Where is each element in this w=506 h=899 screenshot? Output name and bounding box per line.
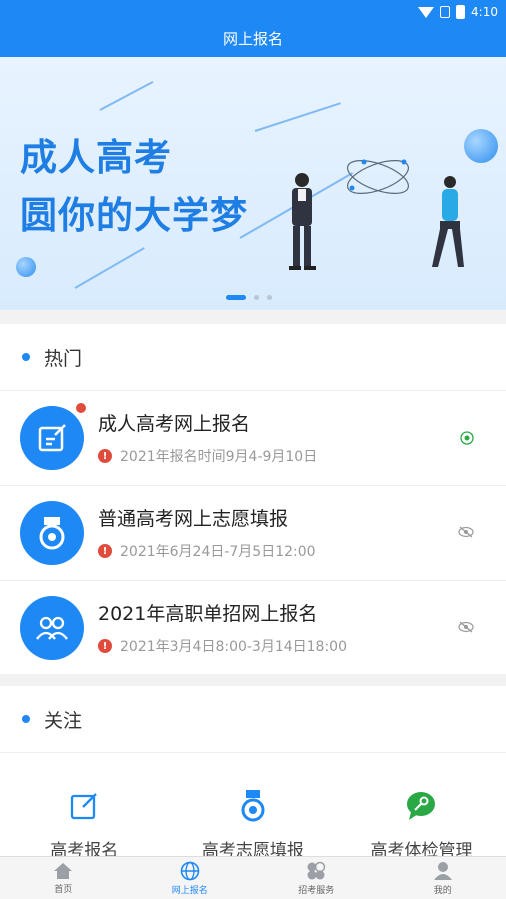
banner-bubble (464, 129, 498, 163)
tab-home[interactable]: 首页 (0, 857, 127, 899)
hot-section: 热门 成人高考网上报名 ! 2021年报名时间9月4-9月10日 普通高考网上志… (0, 324, 506, 674)
status-bar: 4:10 (418, 3, 498, 21)
item-date: 2021年报名时间9月4-9月10日 (120, 449, 318, 465)
banner-decor-line (254, 102, 341, 132)
tab-label: 首页 (54, 884, 73, 895)
woman-illustration (432, 176, 464, 267)
battery-icon (456, 5, 466, 19)
item-title: 普通高考网上志愿填报 (98, 508, 289, 530)
edit-icon (71, 793, 98, 820)
wifi-icon (418, 6, 435, 18)
item-title: 成人高考网上报名 (98, 413, 251, 435)
follow-section-header: 关注 (0, 686, 506, 753)
signal-icon (440, 6, 451, 18)
follow-item-registration[interactable]: 高考报名 (0, 786, 169, 861)
man-illustration (289, 173, 316, 270)
item-date: 2021年3月4日8:00-3月14日18:00 (120, 639, 348, 655)
hot-section-title: 热门 (44, 347, 83, 370)
banner-bubble (16, 257, 36, 277)
item-subtitle: ! 2021年6月24日-7月5日12:00 (98, 541, 316, 561)
eye-hidden-icon[interactable] (458, 526, 474, 538)
follow-section-title: 关注 (44, 709, 83, 732)
tab-label: 招考服务 (298, 885, 335, 896)
section-bullet (22, 715, 30, 723)
atom-icon (347, 159, 409, 195)
medal-icon (241, 790, 265, 822)
key-chat-icon (407, 792, 436, 820)
carousel-indicator[interactable] (226, 295, 272, 300)
list-item[interactable]: 成人高考网上报名 ! 2021年报名时间9月4-9月10日 (0, 391, 506, 486)
carousel-dot-active[interactable] (226, 295, 246, 300)
list-item[interactable]: 普通高考网上志愿填报 ! 2021年6月24日-7月5日12:00 (0, 486, 506, 581)
carousel-dot[interactable] (267, 295, 272, 300)
tab-profile[interactable]: 我的 (380, 857, 506, 899)
section-bullet (22, 353, 30, 361)
banner-decor-line (99, 80, 154, 111)
user-icon (433, 861, 452, 880)
tab-label: 网上报名 (171, 885, 208, 896)
follow-item-physical[interactable]: 高考体检管理 (337, 786, 506, 861)
globe-icon (180, 861, 200, 880)
carousel-dot[interactable] (254, 295, 259, 300)
services-icon (307, 861, 326, 879)
item-title: 2021年高职单招网上报名 (98, 603, 318, 625)
tab-label: 我的 (433, 885, 452, 896)
eye-hidden-icon[interactable] (458, 621, 474, 633)
follow-section: 关注 高考报名 高考志愿填报 高考体检管理 (0, 686, 506, 861)
promo-banner[interactable]: 成人高考 圆你的大学梦 (0, 57, 506, 310)
group-icon (20, 596, 84, 660)
app-header: 4:10 网上报名 (0, 0, 506, 57)
tab-services[interactable]: 招考服务 (253, 857, 380, 899)
tab-registration[interactable]: 网上报名 (127, 857, 254, 899)
info-icon: ! (98, 449, 112, 463)
info-icon: ! (98, 639, 112, 653)
banner-subheadline: 圆你的大学梦 (20, 194, 248, 237)
follow-item-volunteer[interactable]: 高考志愿填报 (169, 786, 338, 861)
edit-icon (20, 406, 84, 470)
bottom-tab-bar: 首页 网上报名 招考服务 我的 (0, 856, 506, 899)
item-subtitle: ! 2021年3月4日8:00-3月14日18:00 (98, 636, 347, 656)
follow-grid: 高考报名 高考志愿填报 高考体检管理 (0, 786, 506, 861)
new-badge (76, 403, 86, 413)
info-icon: ! (98, 544, 112, 558)
item-date: 2021年6月24日-7月5日12:00 (120, 544, 316, 560)
status-time: 4:10 (471, 5, 498, 19)
list-item[interactable]: 2021年高职单招网上报名 ! 2021年3月4日8:00-3月14日18:00 (0, 581, 506, 676)
eye-active-icon[interactable] (460, 431, 474, 445)
item-subtitle: ! 2021年报名时间9月4-9月10日 (98, 446, 317, 466)
banner-decor-line (74, 247, 145, 289)
banner-headline: 成人高考 (20, 136, 172, 179)
home-icon (54, 862, 73, 879)
page-title: 网上报名 (222, 30, 283, 48)
hot-section-header: 热门 (0, 324, 506, 391)
medal-icon (20, 501, 84, 565)
